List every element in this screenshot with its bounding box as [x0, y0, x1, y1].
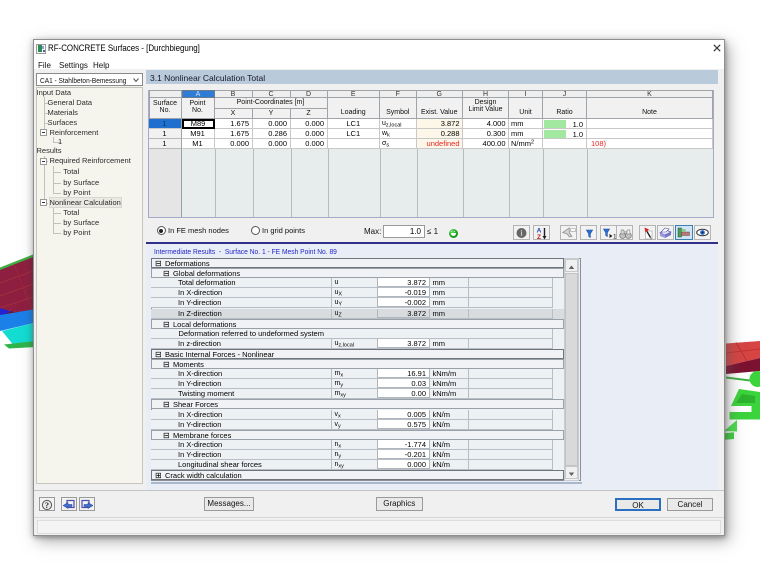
svg-text:Z: Z: [537, 234, 541, 240]
svg-text:?: ?: [45, 501, 49, 510]
